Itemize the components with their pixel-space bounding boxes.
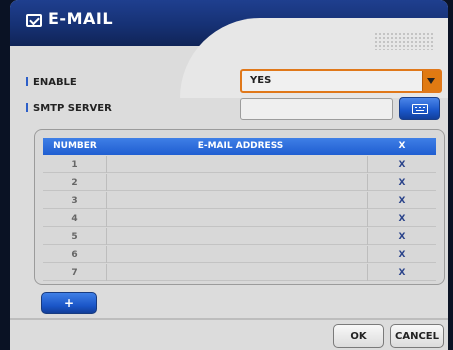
remove-button[interactable]: X [368,156,436,173]
column-header-email-address: E-MAIL ADDRESS [197,141,284,151]
title-bar: E-MAIL [10,0,448,98]
window-title: E-MAIL [48,9,114,28]
column-header-number: NUMBER [53,141,97,151]
smtp-label-text: SMTP SERVER [33,103,112,114]
enable-select-value: YES [250,75,272,86]
ok-button[interactable]: OK [333,324,384,348]
smtp-server-input[interactable] [240,98,393,120]
email-address-table: NUMBER E-MAIL ADDRESS X 1 X 2 X 3 X 4 X … [34,129,445,285]
label-marker [26,103,28,112]
cancel-button[interactable]: CANCEL [390,324,444,348]
remove-button[interactable]: X [368,174,436,191]
remove-button[interactable]: X [368,228,436,245]
keyboard-button[interactable] [399,97,440,120]
table-row[interactable]: 2 X [43,174,436,191]
add-email-button[interactable]: + [41,292,97,314]
email-dialog: E-MAIL ENABLE YES SMTP SERVER NUMBER E-M… [10,0,448,350]
table-row[interactable]: 7 X [43,264,436,281]
remove-button[interactable]: X [368,264,436,281]
decorative-dot-pattern [374,32,434,50]
row-number: 5 [43,228,107,245]
smtp-server-label: SMTP SERVER [26,103,112,114]
row-number: 6 [43,246,107,263]
footer-divider [10,318,448,320]
table-row[interactable]: 5 X [43,228,436,245]
row-number: 2 [43,174,107,191]
column-header-remove: X [398,141,406,151]
remove-button[interactable]: X [368,246,436,263]
email-address-cell[interactable] [107,228,368,245]
enable-label-text: ENABLE [33,77,77,88]
keyboard-icon [412,104,428,114]
email-address-cell[interactable] [107,192,368,209]
label-marker [26,77,28,86]
enable-label: ENABLE [26,77,77,88]
email-address-cell[interactable] [107,156,368,173]
email-address-cell[interactable] [107,264,368,281]
email-icon [26,14,42,27]
enable-select[interactable]: YES [240,69,442,93]
email-address-cell[interactable] [107,246,368,263]
table-row[interactable]: 4 X [43,210,436,227]
table-header: NUMBER E-MAIL ADDRESS X [43,138,436,155]
chevron-down-icon[interactable] [422,71,440,91]
remove-button[interactable]: X [368,192,436,209]
remove-button[interactable]: X [368,210,436,227]
table-body: 1 X 2 X 3 X 4 X 5 X 6 X 7 X [43,156,436,282]
row-number: 7 [43,264,107,281]
table-row[interactable]: 6 X [43,246,436,263]
row-number: 4 [43,210,107,227]
row-number: 1 [43,156,107,173]
row-number: 3 [43,192,107,209]
email-address-cell[interactable] [107,174,368,191]
email-address-cell[interactable] [107,210,368,227]
table-row[interactable]: 3 X [43,192,436,209]
table-row[interactable]: 1 X [43,156,436,173]
